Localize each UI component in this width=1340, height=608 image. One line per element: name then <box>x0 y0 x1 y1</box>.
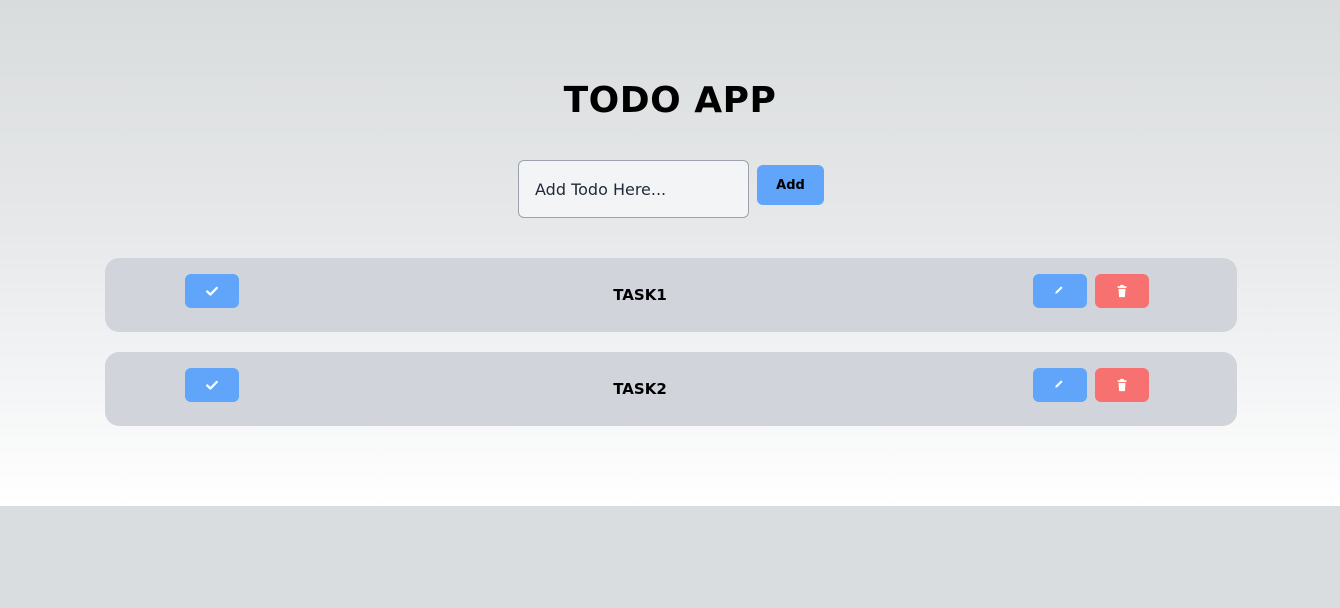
task-label: TASK1 <box>613 286 667 304</box>
task-row: TASK2 <box>105 352 1237 426</box>
todo-input[interactable] <box>518 160 749 218</box>
pencil-icon <box>1053 284 1067 298</box>
task-label: TASK2 <box>613 380 667 398</box>
edit-button[interactable] <box>1033 368 1087 402</box>
delete-button[interactable] <box>1095 368 1149 402</box>
pencil-icon <box>1053 378 1067 392</box>
task-row: TASK1 <box>105 258 1237 332</box>
edit-button[interactable] <box>1033 274 1087 308</box>
page-title: TODO APP <box>563 80 777 121</box>
delete-button[interactable] <box>1095 274 1149 308</box>
add-button[interactable]: Add <box>757 165 824 205</box>
trash-icon <box>1115 378 1129 392</box>
trash-icon <box>1115 284 1129 298</box>
todo-app: TODO APP Add TASK1 TASK2 <box>0 0 1340 506</box>
